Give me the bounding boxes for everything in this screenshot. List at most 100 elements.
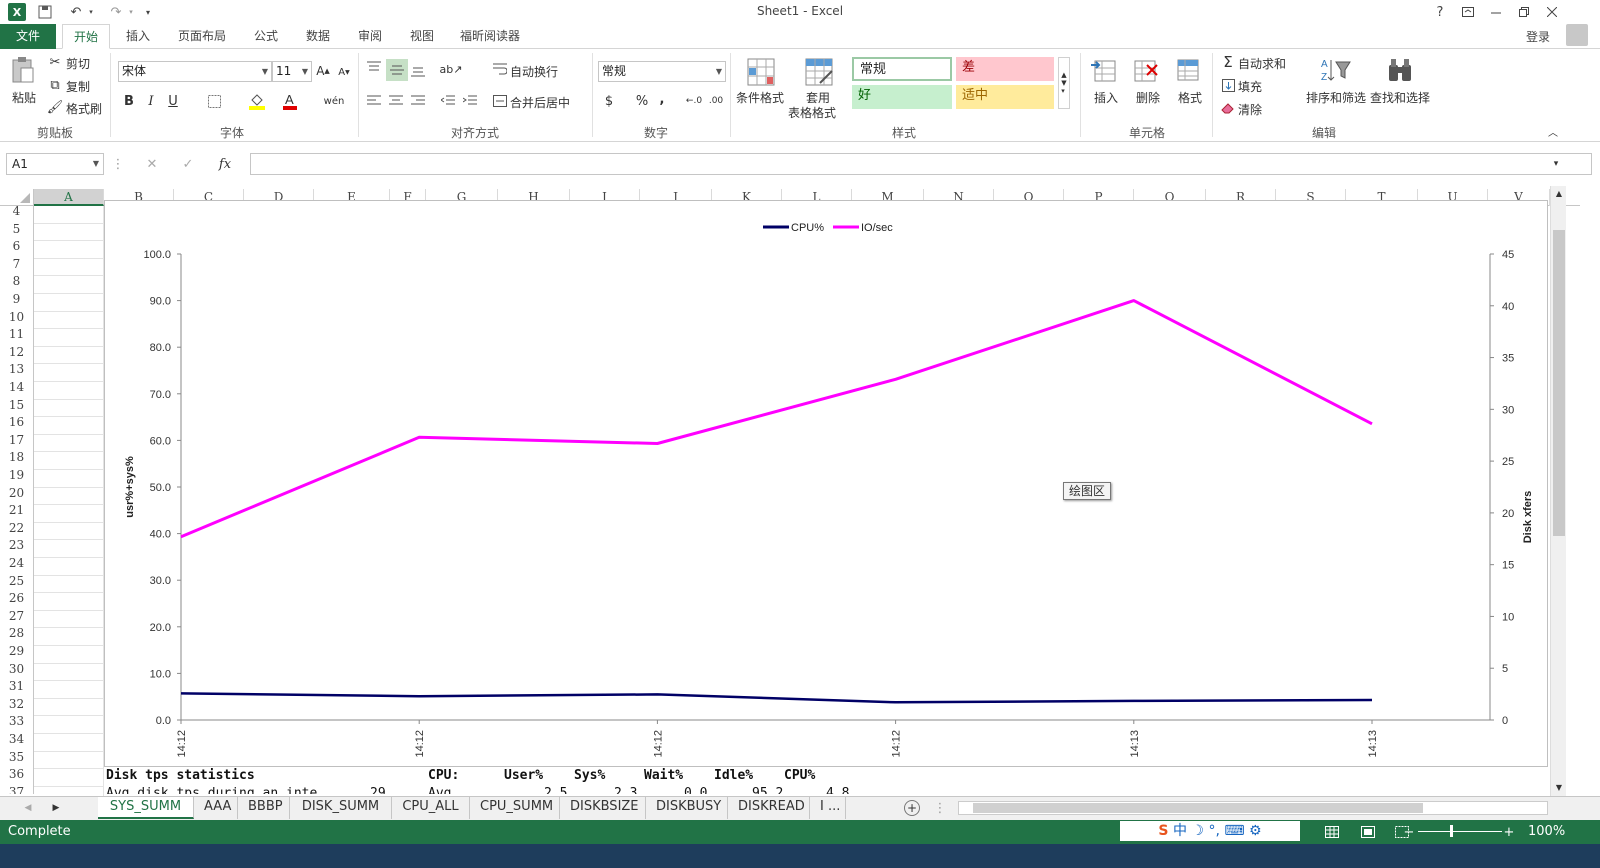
style-good[interactable]: 好 [852, 85, 952, 109]
row-header-16[interactable]: 16 [0, 414, 33, 432]
row-header-27[interactable]: 27 [0, 608, 33, 626]
normal-view-icon[interactable] [1324, 824, 1340, 840]
tab-file[interactable]: 文件 [0, 24, 56, 49]
sheet-tab-cpu-summ[interactable]: CPU_SUMM [470, 797, 560, 819]
formula-input[interactable] [250, 153, 1592, 175]
sheet-tab-aaa[interactable]: AAA [194, 797, 238, 819]
font-size-combo[interactable]: 11 ▼ [272, 61, 312, 82]
sign-in-link[interactable]: 登录 [1526, 28, 1550, 45]
currency-icon[interactable]: $ [602, 93, 616, 109]
orientation-icon[interactable]: ab↗ [440, 61, 463, 77]
table-heading-user[interactable]: User% [504, 768, 543, 783]
conditional-format-button[interactable]: 条件格式 [736, 89, 784, 106]
italic-icon[interactable]: I [144, 93, 158, 109]
decrease-indent-icon[interactable] [440, 93, 456, 109]
collapse-ribbon-icon[interactable]: ︿ [1546, 125, 1560, 139]
fill-button[interactable]: 填充 [1238, 78, 1262, 95]
style-bad[interactable]: 差 [956, 57, 1054, 81]
zoom-out-icon[interactable]: − [1404, 824, 1415, 840]
align-middle-icon[interactable] [386, 59, 408, 81]
row-header-7[interactable]: 7 [0, 256, 33, 274]
align-bottom-icon[interactable] [410, 63, 426, 79]
cell-a26[interactable] [34, 593, 104, 611]
sheet-tab-diskbsize[interactable]: DISKBSIZE [560, 797, 646, 819]
row-header-34[interactable]: 34 [0, 731, 33, 749]
chart-area[interactable]: 0.0 10.0 20.0 30.0 40.0 50.0 60.0 70.0 80.0 90.0 1… [104, 200, 1548, 767]
row-header-26[interactable]: 26 [0, 590, 33, 608]
delete-cells-button[interactable]: 删除 [1136, 89, 1160, 106]
name-box[interactable]: A1 ▼ [6, 153, 104, 175]
cell-a29[interactable] [34, 646, 104, 664]
autosum-button[interactable]: 自动求和 [1238, 55, 1286, 72]
increase-font-icon[interactable]: A ▲ [316, 63, 330, 79]
cell-a31[interactable] [34, 681, 104, 699]
row-header-11[interactable]: 11 [0, 326, 33, 344]
tab-home[interactable]: 开始 [62, 24, 110, 49]
horizontal-scrollbar[interactable] [958, 801, 1548, 815]
cell-a9[interactable] [34, 294, 104, 312]
sheet-tab-diskbusy[interactable]: DISKBUSY [646, 797, 728, 819]
sheet-tab-diskread[interactable]: DISKREAD [728, 797, 810, 819]
table-cell[interactable]: Avg [428, 786, 451, 794]
sheet-tab-i-[interactable]: I ... [810, 797, 846, 819]
comma-style-icon[interactable]: , [656, 91, 668, 107]
cell-a7[interactable] [34, 258, 104, 277]
phonetic-guide-icon[interactable]: wén [324, 91, 345, 111]
scroll-up-icon[interactable]: ▲ [1554, 188, 1564, 198]
cell-a32[interactable] [34, 698, 104, 717]
cell-a27[interactable] [34, 610, 104, 629]
paste-label[interactable]: 粘贴 [12, 89, 36, 106]
fill-color-icon[interactable] [248, 91, 266, 111]
cell-a15[interactable] [34, 399, 104, 418]
cell-a36[interactable] [34, 769, 104, 787]
ime-moon-icon[interactable]: ☽ [1191, 823, 1204, 839]
tab-review[interactable]: 审阅 [348, 24, 392, 49]
cell-a8[interactable] [34, 276, 104, 294]
row-header-9[interactable]: 9 [0, 291, 33, 309]
table-cell[interactable]: 29 [370, 786, 386, 794]
row-header-35[interactable]: 35 [0, 749, 33, 767]
cell-a4[interactable] [34, 206, 104, 224]
percent-icon[interactable]: % [634, 93, 650, 109]
horizontal-scroll-thumb[interactable] [973, 803, 1423, 813]
ime-punct-icon[interactable]: °, [1208, 823, 1219, 839]
sheet-tab-sys-summ[interactable]: SYS_SUMM [98, 797, 194, 819]
sheet-tab-cpu-all[interactable]: CPU_ALL [392, 797, 470, 819]
tab-page-layout[interactable]: 页面布局 [170, 24, 234, 49]
table-heading-cpu[interactable]: CPU: [428, 768, 459, 783]
table-cell[interactable]: 2.5 [544, 786, 567, 794]
row-header-13[interactable]: 13 [0, 361, 33, 379]
table-cell[interactable]: 0.0 [684, 786, 707, 794]
tab-insert[interactable]: 插入 [116, 24, 160, 49]
style-neutral[interactable]: 适中 [956, 85, 1054, 109]
zoom-slider-thumb[interactable] [1450, 825, 1453, 837]
insert-function-icon[interactable]: fx [216, 155, 234, 173]
ime-tools-icon[interactable]: ⚙ [1249, 823, 1262, 839]
table-cell[interactable]: 2.3 [614, 786, 637, 794]
row-header-4[interactable]: 4 [0, 206, 33, 221]
close-icon[interactable] [1544, 3, 1560, 21]
scroll-tabs-left-icon[interactable]: ◀ [22, 801, 34, 815]
vertical-scroll-thumb[interactable] [1553, 230, 1565, 536]
cell-a11[interactable] [34, 329, 104, 347]
cancel-entry-icon[interactable]: ✕ [144, 155, 160, 173]
ime-toolbar[interactable]: S 中 ☽ °, ⌨ ⚙ [1120, 821, 1300, 841]
row-header-15[interactable]: 15 [0, 397, 33, 415]
row-header-36[interactable]: 36 [0, 766, 33, 784]
minimize-icon[interactable] [1488, 3, 1504, 21]
decrease-font-icon[interactable]: A ▼ [338, 65, 350, 79]
row-header-28[interactable]: 28 [0, 625, 33, 643]
row-header-8[interactable]: 8 [0, 273, 33, 291]
underline-icon[interactable]: U [166, 93, 180, 109]
table-cell[interactable]: 95.2 [752, 786, 783, 794]
row-header-10[interactable]: 10 [0, 309, 33, 327]
table-cell[interactable]: 4.8 [826, 786, 849, 794]
align-right-icon[interactable] [410, 93, 426, 109]
table-heading-cpu-pct[interactable]: CPU% [784, 768, 815, 783]
borders-icon[interactable] [206, 93, 222, 109]
zoom-slider-track[interactable] [1418, 831, 1502, 832]
align-left-icon[interactable] [366, 93, 382, 109]
zoom-in-icon[interactable]: + [1504, 824, 1515, 840]
cell-a16[interactable] [34, 417, 104, 435]
scroll-down-icon[interactable]: ▼ [1554, 782, 1564, 792]
